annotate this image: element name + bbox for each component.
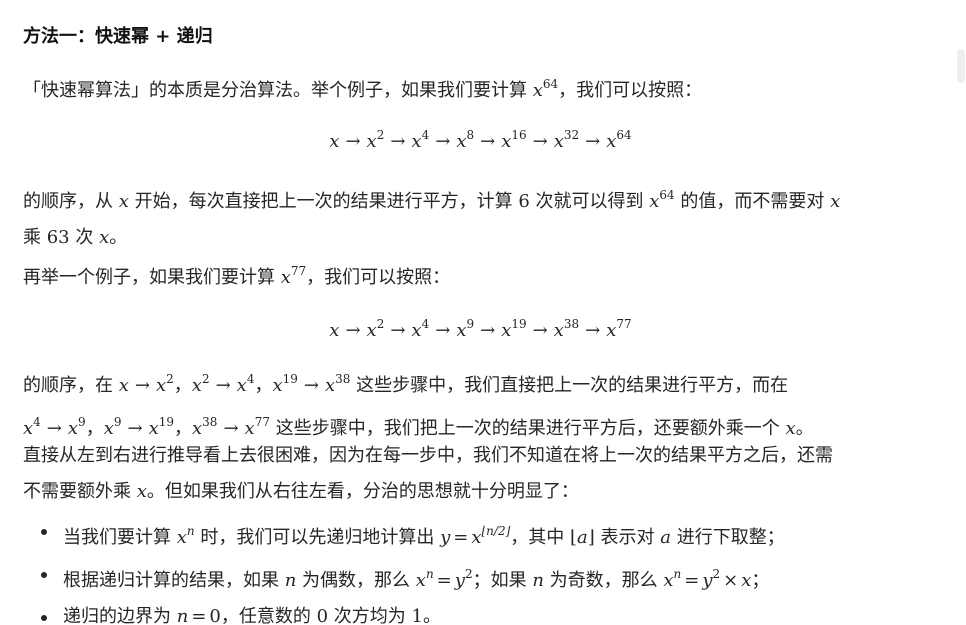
list-item: 根据递归计算的结果，如果 n 为偶数，那么 xn = y2；如果 n 为奇数，那么 … xyxy=(23,556,938,599)
equation-sequence-64: x → x2 → x4 → x8 → x16 → x32 → x64 xyxy=(329,128,632,152)
list-item: 递归的边界为 n = 0，任意数的 0 次方均为 1。 xyxy=(23,599,938,625)
explanation-paragraph-64: 的顺序，从 x 开始，每次直接把上一次的结果进行平方，计算 6 次就可以得到 x… xyxy=(23,188,841,248)
explanation-paragraph-77: 的顺序，在 x → x2，x2 → x4，x19 → x38 这些步骤中，我们直接把上一次的… xyxy=(23,372,814,439)
algorithm-steps-list: 当我们要计算 xn 时，我们可以先递归地计算出 y = x⌊n/2⌋，其中 ⌊a⌋ … xyxy=(23,513,938,625)
second-example-paragraph: 再举一个例子，如果我们要计算 x77，我们可以按照： xyxy=(23,264,451,288)
math-x: x xyxy=(532,80,543,101)
divide-conquer-paragraph: 直接从左到右进行推导看上去很困难，因为在每一步中，我们不知道在将上一次的结果平方… xyxy=(23,445,833,502)
vertical-scrollbar[interactable] xyxy=(956,0,966,625)
section-heading: 方法一：快速幂 + 递归 xyxy=(23,26,213,47)
list-item: 当我们要计算 xn 时，我们可以先递归地计算出 y = x⌊n/2⌋，其中 ⌊a⌋ … xyxy=(23,513,938,556)
equation-sequence-77: x → x2 → x4 → x9 → x19 → x38 → x77 xyxy=(329,317,632,341)
article-page: 方法一：快速幂 + 递归 「快速幂算法」的本质是分治算法。举个例子，如果我们要计… xyxy=(0,0,966,625)
scrollbar-thumb[interactable] xyxy=(957,49,965,83)
intro-paragraph: 「快速幂算法」的本质是分治算法。举个例子，如果我们要计算 x64，我们可以按照： xyxy=(23,77,703,101)
